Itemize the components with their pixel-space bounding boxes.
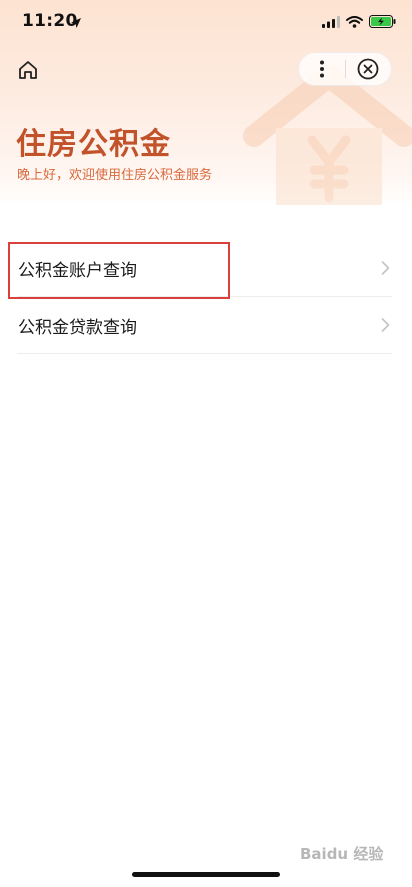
watermark-logo: Baidu 经验 <box>300 845 384 863</box>
more-button[interactable] <box>299 52 345 86</box>
home-indicator[interactable] <box>132 872 280 877</box>
signal-icon <box>322 13 340 32</box>
wifi-icon <box>346 13 363 32</box>
page-subtitle: 晚上好，欢迎使用住房公积金服务 <box>17 168 213 183</box>
home-icon <box>19 61 37 79</box>
menu-item-loan-query[interactable]: 公积金贷款查询 <box>17 297 392 354</box>
battery-icon <box>369 13 396 32</box>
home-button[interactable] <box>14 56 42 84</box>
mini-program-capsule <box>298 52 392 86</box>
menu-item-label: 公积金贷款查询 <box>18 317 137 338</box>
close-circle-icon <box>357 58 379 80</box>
status-bar: 11:20 <box>0 0 412 44</box>
annotation-highlight-box <box>8 242 230 299</box>
more-dots-icon <box>319 60 324 78</box>
location-arrow-icon <box>70 14 82 33</box>
close-button[interactable] <box>345 52 391 86</box>
page-title: 住房公积金 <box>16 127 171 162</box>
chevron-right-icon <box>381 261 390 275</box>
chevron-right-icon <box>381 318 390 332</box>
